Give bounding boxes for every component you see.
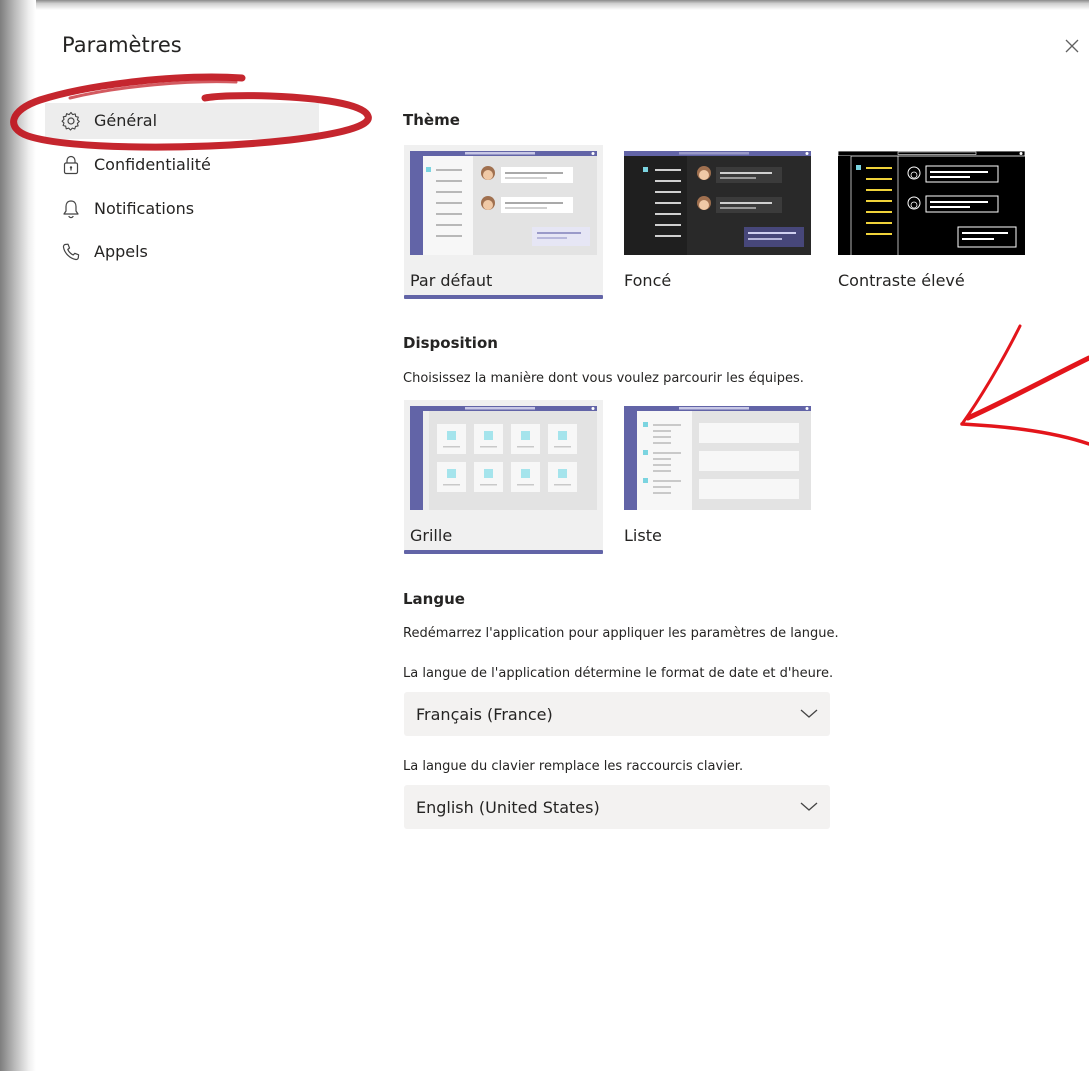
sidebar-item-calls[interactable]: Appels <box>45 234 319 270</box>
close-icon <box>1065 39 1079 53</box>
gear-icon <box>60 110 82 132</box>
theme-option-label: Par défaut <box>410 271 493 290</box>
lock-icon <box>60 154 82 176</box>
chevron-down-icon <box>800 802 818 811</box>
sidebar-item-label: Notifications <box>94 199 195 218</box>
layout-option-list[interactable]: Liste <box>618 400 817 554</box>
theme-option-dark[interactable]: Foncé <box>618 145 817 299</box>
language-heading: Langue <box>403 590 465 608</box>
keyboard-language-note: La langue du clavier remplace les raccou… <box>403 759 744 774</box>
layout-heading: Disposition <box>403 334 498 352</box>
close-button[interactable] <box>1060 34 1084 58</box>
app-language-value: Français (France) <box>416 704 553 724</box>
language-restart-note: Redémarrez l'application pour appliquer … <box>403 626 839 641</box>
settings-window: Paramètres Général Confidentialité Notif… <box>0 0 1089 1071</box>
sidebar-item-privacy[interactable]: Confidentialité <box>45 147 319 183</box>
theme-dark-thumbnail <box>624 151 811 255</box>
theme-default-thumbnail <box>410 151 597 255</box>
sidebar-item-general[interactable]: Général <box>45 103 319 139</box>
dialog-title: Paramètres <box>62 33 182 57</box>
phone-icon <box>60 241 82 263</box>
sidebar-item-label: Appels <box>94 242 148 261</box>
sidebar-item-label: Confidentialité <box>94 155 211 174</box>
selected-indicator <box>404 550 603 554</box>
sidebar-item-label: Général <box>94 111 158 130</box>
theme-option-label: Foncé <box>624 271 672 290</box>
layout-option-label: Grille <box>410 526 453 545</box>
app-language-note: La langue de l'application détermine le … <box>403 666 834 681</box>
window-shadow-top <box>0 0 1089 10</box>
theme-option-default[interactable]: Par défaut <box>404 145 603 299</box>
keyboard-language-value: English (United States) <box>416 797 600 817</box>
layout-option-label: Liste <box>624 526 662 545</box>
selected-indicator <box>404 295 603 299</box>
layout-option-grid[interactable]: Grille <box>404 400 603 554</box>
theme-heading: Thème <box>403 111 460 129</box>
bell-icon <box>60 198 82 220</box>
theme-option-high-contrast[interactable]: Contraste élevé <box>832 145 1031 299</box>
sidebar-item-notifications[interactable]: Notifications <box>45 191 319 227</box>
layout-grid-thumbnail <box>410 406 597 510</box>
theme-high-contrast-thumbnail <box>838 151 1025 255</box>
layout-description: Choisissez la manière dont vous voulez p… <box>403 371 804 386</box>
layout-list-thumbnail <box>624 406 811 510</box>
window-shadow-left <box>0 0 36 1071</box>
app-language-select[interactable]: Français (France) <box>404 692 830 736</box>
chevron-down-icon <box>800 709 818 718</box>
keyboard-language-select[interactable]: English (United States) <box>404 785 830 829</box>
theme-option-label: Contraste élevé <box>838 271 965 290</box>
